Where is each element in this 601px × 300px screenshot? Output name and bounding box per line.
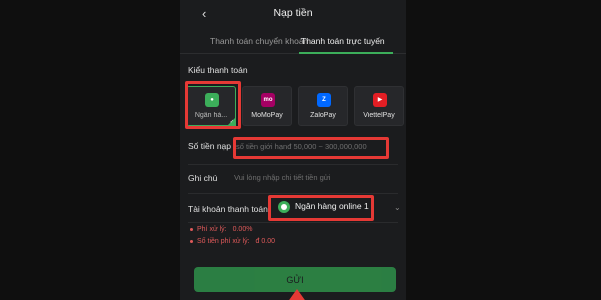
amount-label: Số tiền nạp xyxy=(188,141,232,151)
highlight-box-account xyxy=(268,195,374,221)
method-momopay[interactable]: mo MoMoPay xyxy=(242,86,292,126)
fee-rate-value: 0.00% xyxy=(232,226,253,233)
note-label: Ghi chú xyxy=(188,173,218,183)
header: ‹ Nạp tiền xyxy=(180,0,406,28)
payment-type-label: Kiểu thanh toán xyxy=(188,65,248,75)
divider xyxy=(188,164,398,165)
arrow-up-icon xyxy=(287,289,307,300)
method-viettelpay[interactable]: ▶ ViettelPay xyxy=(354,86,404,126)
divider xyxy=(188,193,398,194)
tab-bank-transfer[interactable]: Thanh toán chuyển khoản xyxy=(210,36,308,46)
account-label: Tài khoản thanh toán xyxy=(188,204,268,214)
momo-icon: mo xyxy=(261,93,275,107)
highlight-box-method xyxy=(185,81,241,129)
method-label: ZaloPay xyxy=(310,112,336,119)
note-input[interactable]: Vui lòng nhập chi tiết tiền gửi xyxy=(232,170,402,186)
method-label: MoMoPay xyxy=(251,112,283,119)
fee-rate: Phí xử lý: 0.00% xyxy=(190,226,252,233)
bullet-icon xyxy=(190,239,193,243)
active-tab-indicator xyxy=(299,52,393,54)
chevron-down-icon[interactable]: ⌄ xyxy=(394,203,401,212)
fee-amount: Số tiền phí xử lý: đ 0.00 xyxy=(190,238,275,245)
highlight-box-amount xyxy=(233,137,389,159)
fee-amount-label: Số tiền phí xử lý: xyxy=(197,238,250,245)
bullet-icon xyxy=(190,227,193,231)
viettelpay-icon: ▶ xyxy=(373,93,387,107)
method-zalopay[interactable]: Z ZaloPay xyxy=(298,86,348,126)
divider xyxy=(188,222,398,223)
page-title: Nạp tiền xyxy=(273,7,313,19)
tab-online-payment[interactable]: Thanh toán trực tuyến xyxy=(301,36,385,46)
fee-amount-value: đ 0.00 xyxy=(255,238,276,245)
fee-rate-label: Phí xử lý: xyxy=(197,226,227,233)
method-label: ViettelPay xyxy=(363,112,395,119)
zalopay-icon: Z xyxy=(317,93,331,107)
tab-bar: Thanh toán chuyển khoản Thanh toán trực … xyxy=(180,30,406,54)
